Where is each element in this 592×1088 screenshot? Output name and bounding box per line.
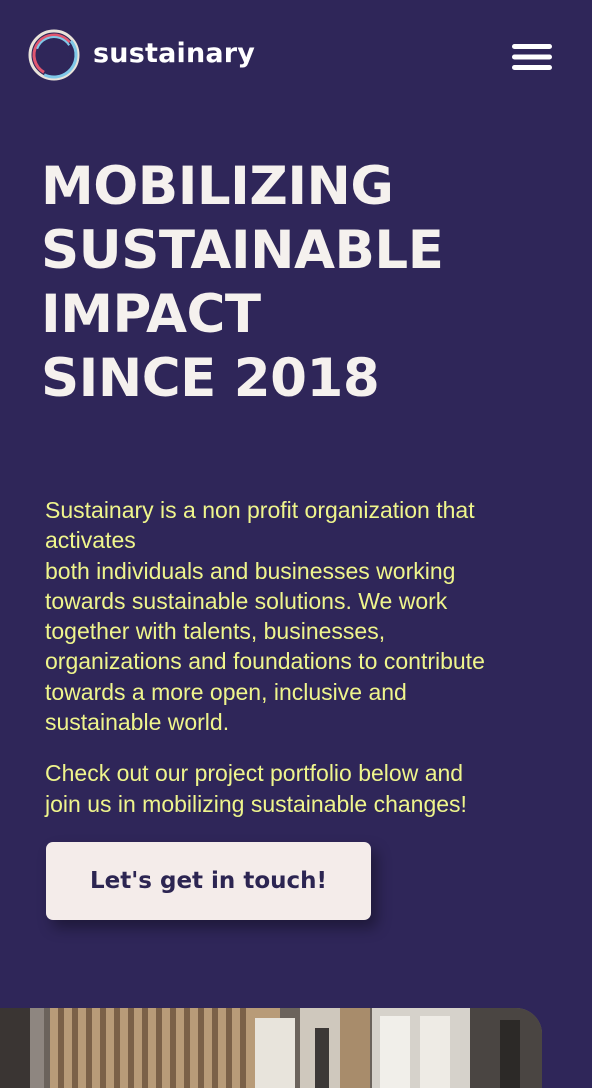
portfolio-invite-paragraph: Check out our project portfolio below an… [45,758,555,819]
intro-line: towards sustainable solutions. We work [45,587,448,614]
project-photo [0,1008,542,1088]
brand-name: sustainary [93,37,256,69]
intro-line: activates [45,527,136,554]
intro-line: both individuals and businesses working [45,557,456,584]
intro-line: organizations and foundations to contrib… [45,648,485,675]
hero-title-line: SUSTAINABLE [41,220,444,281]
site-header: sustainary [0,0,592,110]
project-portfolio-image [0,1008,542,1088]
brand-logo-link[interactable]: sustainary [26,27,255,83]
invite-line: join us in mobilizing sustainable change… [45,790,467,817]
hero-title-line: MOBILIZING [41,156,394,217]
get-in-touch-button[interactable]: Let's get in touch! [46,842,371,920]
intro-line: towards a more open, inclusive and [45,678,407,705]
intro-paragraph: Sustainary is a non profit organization … [45,495,555,737]
hero-title: MOBILIZING SUSTAINABLE IMPACT SINCE 2018 [41,155,444,411]
sustainary-logo-icon [28,29,80,81]
hamburger-menu-icon [512,44,552,70]
invite-line: Check out our project portfolio below an… [45,760,464,787]
intro-text: Sustainary is a non profit organization … [45,495,555,819]
hero-title-line: SINCE 2018 [41,348,380,409]
hero-title-line: IMPACT [41,284,261,345]
intro-line: sustainable world. [45,709,230,736]
intro-line: Sustainary is a non profit organization … [45,497,475,523]
hamburger-menu-button[interactable] [510,40,554,74]
intro-line: together with talents, businesses, [45,618,386,645]
